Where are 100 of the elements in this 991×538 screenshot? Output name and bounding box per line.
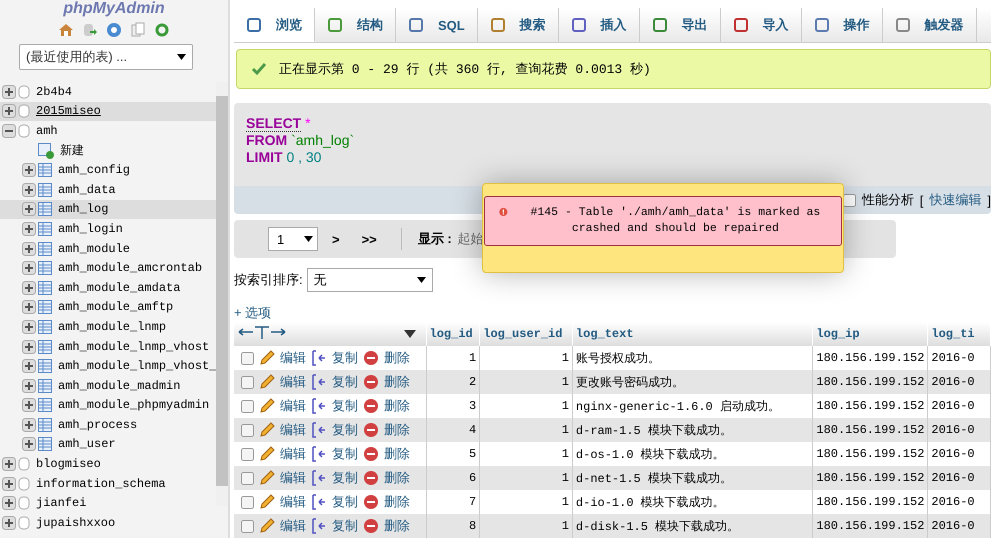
expand-icon[interactable]	[2, 516, 16, 530]
expand-icon[interactable]	[2, 496, 16, 510]
checkbox[interactable]	[842, 194, 856, 206]
edit-link[interactable]: 编辑	[280, 493, 306, 511]
home-icon[interactable]	[58, 22, 74, 38]
table-item[interactable]: amh_login	[0, 219, 216, 239]
tab[interactable]: 导出	[640, 8, 721, 42]
expand-icon[interactable]	[22, 340, 36, 354]
last-page-button[interactable]: >>	[354, 232, 385, 246]
next-page-button[interactable]: >	[324, 232, 348, 246]
delete-link[interactable]: 删除	[384, 493, 410, 511]
copy-link[interactable]: 复制	[332, 397, 358, 415]
tab[interactable]: 结构	[315, 8, 396, 42]
copy-link[interactable]: 复制	[332, 469, 358, 487]
table-item[interactable]: amh_log	[0, 200, 216, 220]
expand-icon[interactable]	[22, 359, 36, 374]
edit-link[interactable]: 编辑	[280, 445, 306, 463]
table-item[interactable]: amh_process	[0, 415, 216, 435]
copy-link[interactable]: 复制	[332, 445, 358, 463]
database-item[interactable]: information_schema	[0, 474, 216, 494]
edit-link[interactable]: 编辑	[280, 517, 306, 535]
column-header[interactable]: log_text	[572, 322, 813, 346]
expand-icon[interactable]	[22, 222, 36, 236]
expand-icon[interactable]	[22, 300, 36, 314]
tab[interactable]: 操作	[802, 8, 883, 42]
expand-icon[interactable]	[22, 280, 36, 295]
expand-icon[interactable]	[22, 378, 36, 393]
expand-icon[interactable]	[2, 104, 16, 118]
table-item[interactable]: amh_module_lnmp_vhost_	[0, 356, 216, 376]
checkbox[interactable]	[241, 400, 254, 412]
table-item[interactable]: amh_module_amcrontab	[0, 258, 216, 278]
checkbox[interactable]	[241, 496, 254, 508]
checkbox[interactable]	[241, 376, 254, 388]
checkbox[interactable]	[241, 424, 254, 436]
table-item[interactable]: amh_config	[0, 160, 216, 180]
delete-link[interactable]: 删除	[384, 469, 410, 487]
checkbox[interactable]	[241, 472, 254, 484]
table-item[interactable]: amh_module_amdata	[0, 278, 216, 298]
copy-link[interactable]: 复制	[332, 493, 358, 511]
table-item[interactable]: amh_data	[0, 180, 216, 200]
expand-icon[interactable]	[22, 261, 36, 276]
table-item[interactable]: amh_user	[0, 434, 216, 454]
tab[interactable]: 搜索	[478, 8, 559, 42]
edit-link[interactable]: 编辑	[280, 469, 306, 487]
expand-icon[interactable]	[22, 437, 36, 452]
checkbox[interactable]	[241, 520, 254, 532]
column-header[interactable]: log_ti	[928, 322, 990, 346]
database-item[interactable]: 2015miseo	[0, 102, 216, 122]
table-item[interactable]: amh_module_amftp	[0, 298, 216, 318]
page-dropdown[interactable]: 1	[268, 227, 318, 251]
expand-icon[interactable]	[2, 457, 16, 472]
expand-icon[interactable]	[2, 476, 16, 491]
table-item[interactable]: amh_module_madmin	[0, 376, 216, 396]
database-item[interactable]: amh	[0, 121, 216, 141]
dropdown-triangle-icon[interactable]	[404, 330, 416, 338]
table-item[interactable]: 新建	[0, 140, 216, 160]
database-item[interactable]: jupaishxxoo	[0, 513, 216, 533]
arrows-icon[interactable]	[237, 325, 287, 339]
tab[interactable]: SQL	[396, 8, 478, 42]
tab[interactable]: 浏览	[234, 8, 315, 42]
delete-link[interactable]: 删除	[384, 445, 410, 463]
table-item[interactable]: amh_module	[0, 238, 216, 258]
expand-icon[interactable]	[22, 242, 36, 256]
tab[interactable]: 插入	[558, 8, 640, 42]
collapse-icon[interactable]	[2, 124, 16, 138]
inline-edit-link[interactable]: 快速编辑	[929, 191, 982, 209]
expand-icon[interactable]	[22, 182, 36, 197]
edit-link[interactable]: 编辑	[280, 421, 306, 439]
expand-icon[interactable]	[22, 320, 36, 334]
expand-icon[interactable]	[22, 398, 36, 412]
table-item[interactable]: amh_module_lnmp_vhost	[0, 336, 216, 356]
expand-icon[interactable]	[22, 163, 36, 178]
column-header[interactable]: log_ip	[812, 322, 928, 346]
database-item[interactable]: blogmiseo	[0, 454, 216, 474]
copy-link[interactable]: 复制	[332, 517, 358, 535]
checkbox[interactable]	[241, 448, 254, 460]
table-item[interactable]: amh_module_phpmyadmin	[0, 396, 216, 416]
delete-link[interactable]: 删除	[384, 421, 410, 439]
column-header[interactable]: log_user_id	[480, 322, 572, 346]
options-link[interactable]: + 选项	[234, 306, 991, 320]
expand-icon[interactable]	[2, 84, 16, 99]
delete-link[interactable]: 删除	[384, 397, 410, 415]
copy-link[interactable]: 复制	[332, 373, 358, 391]
tab[interactable]: 导入	[720, 8, 802, 42]
delete-link[interactable]: 删除	[384, 517, 410, 535]
delete-link[interactable]: 删除	[384, 373, 410, 391]
expand-icon[interactable]	[22, 202, 36, 216]
edit-link[interactable]: 编辑	[280, 349, 306, 367]
column-header[interactable]: log_id	[426, 322, 480, 346]
recent-tables-dropdown[interactable]: (最近使用的表) ...	[19, 44, 193, 70]
table-item[interactable]: amh_module_lnmp	[0, 317, 216, 337]
database-arrow-icon[interactable]	[82, 22, 98, 38]
copy-link[interactable]: 复制	[332, 349, 358, 367]
database-item[interactable]: 2b4b4	[0, 82, 216, 102]
edit-link[interactable]: 编辑	[280, 373, 306, 391]
database-item[interactable]: jianfei	[0, 493, 216, 514]
sort-dropdown[interactable]: 无	[306, 268, 433, 292]
expand-icon[interactable]	[22, 418, 36, 432]
copy-link[interactable]: 复制	[332, 421, 358, 439]
delete-link[interactable]: 删除	[384, 349, 410, 367]
